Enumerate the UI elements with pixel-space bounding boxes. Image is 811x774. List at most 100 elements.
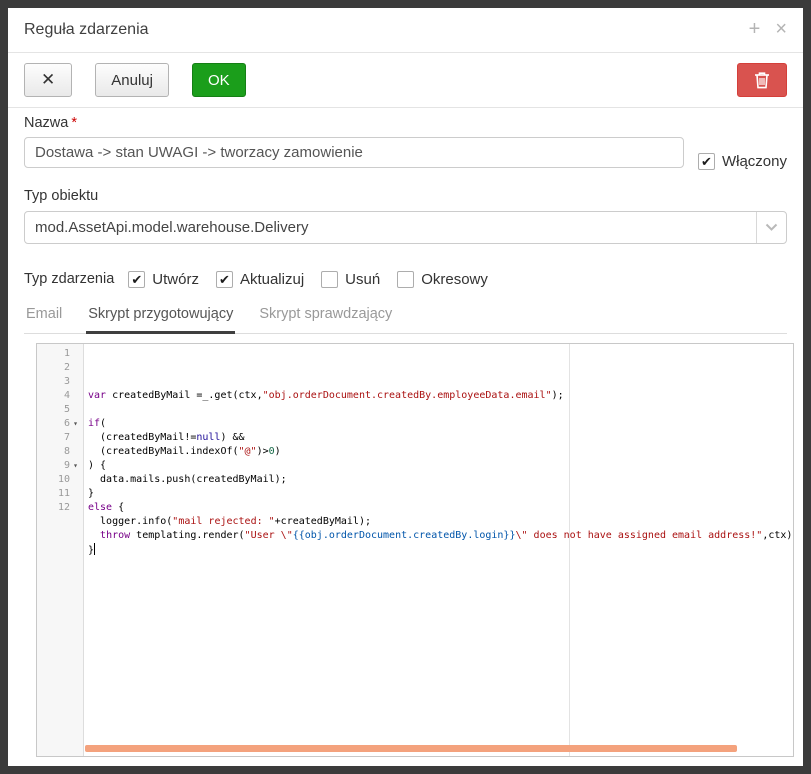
ok-button[interactable]: OK bbox=[192, 63, 246, 97]
checkbox-box: ✔ bbox=[128, 271, 145, 288]
code-editor[interactable]: 123456▾789▾101112 var createdByMail =_.g… bbox=[36, 343, 794, 757]
code-token: ,ctx) bbox=[762, 530, 792, 541]
code-line[interactable]: (createdByMail.indexOf("@")>0) bbox=[88, 445, 793, 459]
editor-code[interactable]: var createdByMail =_.get(ctx,"obj.orderD… bbox=[84, 344, 793, 756]
code-token: "@" bbox=[239, 446, 257, 457]
code-line[interactable] bbox=[88, 403, 793, 417]
code-line[interactable]: else { bbox=[88, 501, 793, 515]
dialog-body: Nazwa* ✔ Włączony Typ obiektu mod.AssetA… bbox=[8, 108, 803, 757]
fold-spacer bbox=[70, 445, 81, 459]
gutter-line: 3 bbox=[37, 375, 83, 389]
enabled-checkbox[interactable]: ✔ Włączony bbox=[698, 153, 787, 170]
object-type-value: mod.AssetApi.model.warehouse.Delivery bbox=[35, 219, 308, 236]
code-token: templating.render( bbox=[130, 530, 244, 541]
code-token: ) bbox=[275, 446, 281, 457]
gutter-line: 4 bbox=[37, 389, 83, 403]
fold-icon[interactable]: ▾ bbox=[70, 417, 81, 431]
fold-spacer bbox=[70, 361, 81, 375]
enabled-checkbox-label: Włączony bbox=[722, 153, 787, 170]
line-number: 11 bbox=[58, 487, 70, 501]
code-token: createdByMail =_.get(ctx, bbox=[106, 390, 263, 401]
code-line[interactable]: if( bbox=[88, 417, 793, 431]
gutter-line: 10 bbox=[37, 473, 83, 487]
fold-spacer bbox=[70, 403, 81, 417]
editor-gutter: 123456▾789▾101112 bbox=[37, 344, 84, 756]
code-token: ); bbox=[552, 390, 564, 401]
event-type-label: Typ zdarzenia bbox=[24, 271, 114, 287]
name-label-text: Nazwa bbox=[24, 115, 68, 131]
code-line[interactable]: (createdByMail!=null) && bbox=[88, 431, 793, 445]
plus-icon[interactable]: + bbox=[749, 19, 761, 39]
code-token: throw bbox=[100, 530, 130, 541]
name-row: ✔ Włączony bbox=[24, 137, 787, 170]
gutter-line: 5 bbox=[37, 403, 83, 417]
code-token: (createdByMail.indexOf( bbox=[88, 446, 239, 457]
checkbox-box bbox=[397, 271, 414, 288]
event-type-group: ✔ Utwórz ✔ Aktualizuj Usuń Okresowy bbox=[128, 271, 488, 288]
code-token: if bbox=[88, 418, 100, 429]
tab-skrypt-przygotowujący[interactable]: Skrypt przygotowujący bbox=[86, 306, 235, 334]
code-token: "obj.orderDocument.createdBy.employeeDat… bbox=[263, 390, 552, 401]
name-input[interactable] bbox=[24, 137, 684, 168]
trash-icon bbox=[754, 71, 770, 89]
event-rule-dialog: Reguła zdarzenia + × ✕ Anuluj OK Nazwa* … bbox=[8, 8, 803, 766]
delete-button[interactable] bbox=[737, 63, 787, 97]
code-line[interactable]: var createdByMail =_.get(ctx,"obj.orderD… bbox=[88, 389, 793, 403]
gutter-line: 12 bbox=[37, 501, 83, 515]
checkbox-label: Aktualizuj bbox=[240, 271, 304, 288]
fold-spacer bbox=[70, 431, 81, 445]
event-type-checkbox-usuń[interactable]: Usuń bbox=[321, 271, 380, 288]
code-token: ) && bbox=[220, 432, 244, 443]
code-token: (createdByMail!= bbox=[88, 432, 196, 443]
code-line[interactable]: data.mails.push(createdByMail); bbox=[88, 473, 793, 487]
code-token: { bbox=[112, 502, 124, 513]
fold-spacer bbox=[70, 375, 81, 389]
dialog-titlebar: Reguła zdarzenia + × bbox=[8, 8, 803, 53]
code-token: ( bbox=[100, 418, 106, 429]
line-number: 10 bbox=[58, 473, 70, 487]
event-type-checkbox-aktualizuj[interactable]: ✔ Aktualizuj bbox=[216, 271, 304, 288]
fold-icon[interactable]: ▾ bbox=[70, 459, 81, 473]
checkbox-box: ✔ bbox=[216, 271, 233, 288]
gutter-line: 2 bbox=[37, 361, 83, 375]
code-token: )> bbox=[257, 446, 269, 457]
checkbox-label: Usuń bbox=[345, 271, 380, 288]
object-type-select[interactable]: mod.AssetApi.model.warehouse.Delivery bbox=[24, 211, 787, 244]
text-cursor bbox=[94, 543, 95, 555]
window-icons: + × bbox=[749, 19, 787, 39]
fold-spacer bbox=[70, 389, 81, 403]
checkbox-label: Okresowy bbox=[421, 271, 488, 288]
code-token: null bbox=[196, 432, 220, 443]
object-type-label: Typ obiektu bbox=[24, 188, 787, 206]
code-token: logger.info( bbox=[88, 516, 172, 527]
event-type-checkbox-utwórz[interactable]: ✔ Utwórz bbox=[128, 271, 199, 288]
close-icon[interactable]: × bbox=[775, 19, 787, 39]
code-token: +createdByMail); bbox=[275, 516, 371, 527]
cancel-button[interactable]: Anuluj bbox=[95, 63, 169, 97]
code-token: data.mails.push(createdByMail); bbox=[88, 474, 287, 485]
code-token: } bbox=[88, 488, 94, 499]
code-token: \" does not have assigned email address!… bbox=[515, 530, 762, 541]
editor-horizontal-scrollbar[interactable] bbox=[85, 745, 737, 752]
code-token bbox=[88, 530, 100, 541]
gutter-line: 7 bbox=[37, 431, 83, 445]
tab-email[interactable]: Email bbox=[24, 306, 64, 334]
code-token: {{obj.orderDocument.createdBy.login}} bbox=[293, 530, 516, 541]
line-number: 12 bbox=[58, 501, 70, 515]
code-line[interactable]: } bbox=[88, 487, 793, 501]
code-line[interactable]: throw templating.render("User \"{{obj.or… bbox=[88, 529, 793, 543]
required-marker: * bbox=[71, 115, 77, 131]
event-type-checkbox-okresowy[interactable]: Okresowy bbox=[397, 271, 488, 288]
dialog-title: Reguła zdarzenia bbox=[24, 21, 149, 38]
code-line[interactable]: ) { bbox=[88, 459, 793, 473]
code-line[interactable]: logger.info("mail rejected: "+createdByM… bbox=[88, 515, 793, 529]
tab-skrypt-sprawdzający[interactable]: Skrypt sprawdzający bbox=[257, 306, 394, 334]
code-token: ) { bbox=[88, 460, 106, 471]
name-label: Nazwa* bbox=[24, 115, 787, 133]
close-button[interactable]: ✕ bbox=[24, 63, 72, 97]
code-line[interactable]: } bbox=[88, 543, 793, 557]
tab-bar: Email Skrypt przygotowujący Skrypt sprawdz… bbox=[24, 306, 787, 334]
code-token: "User \" bbox=[245, 530, 293, 541]
gutter-line: 11 bbox=[37, 487, 83, 501]
checkbox-label: Utwórz bbox=[152, 271, 199, 288]
